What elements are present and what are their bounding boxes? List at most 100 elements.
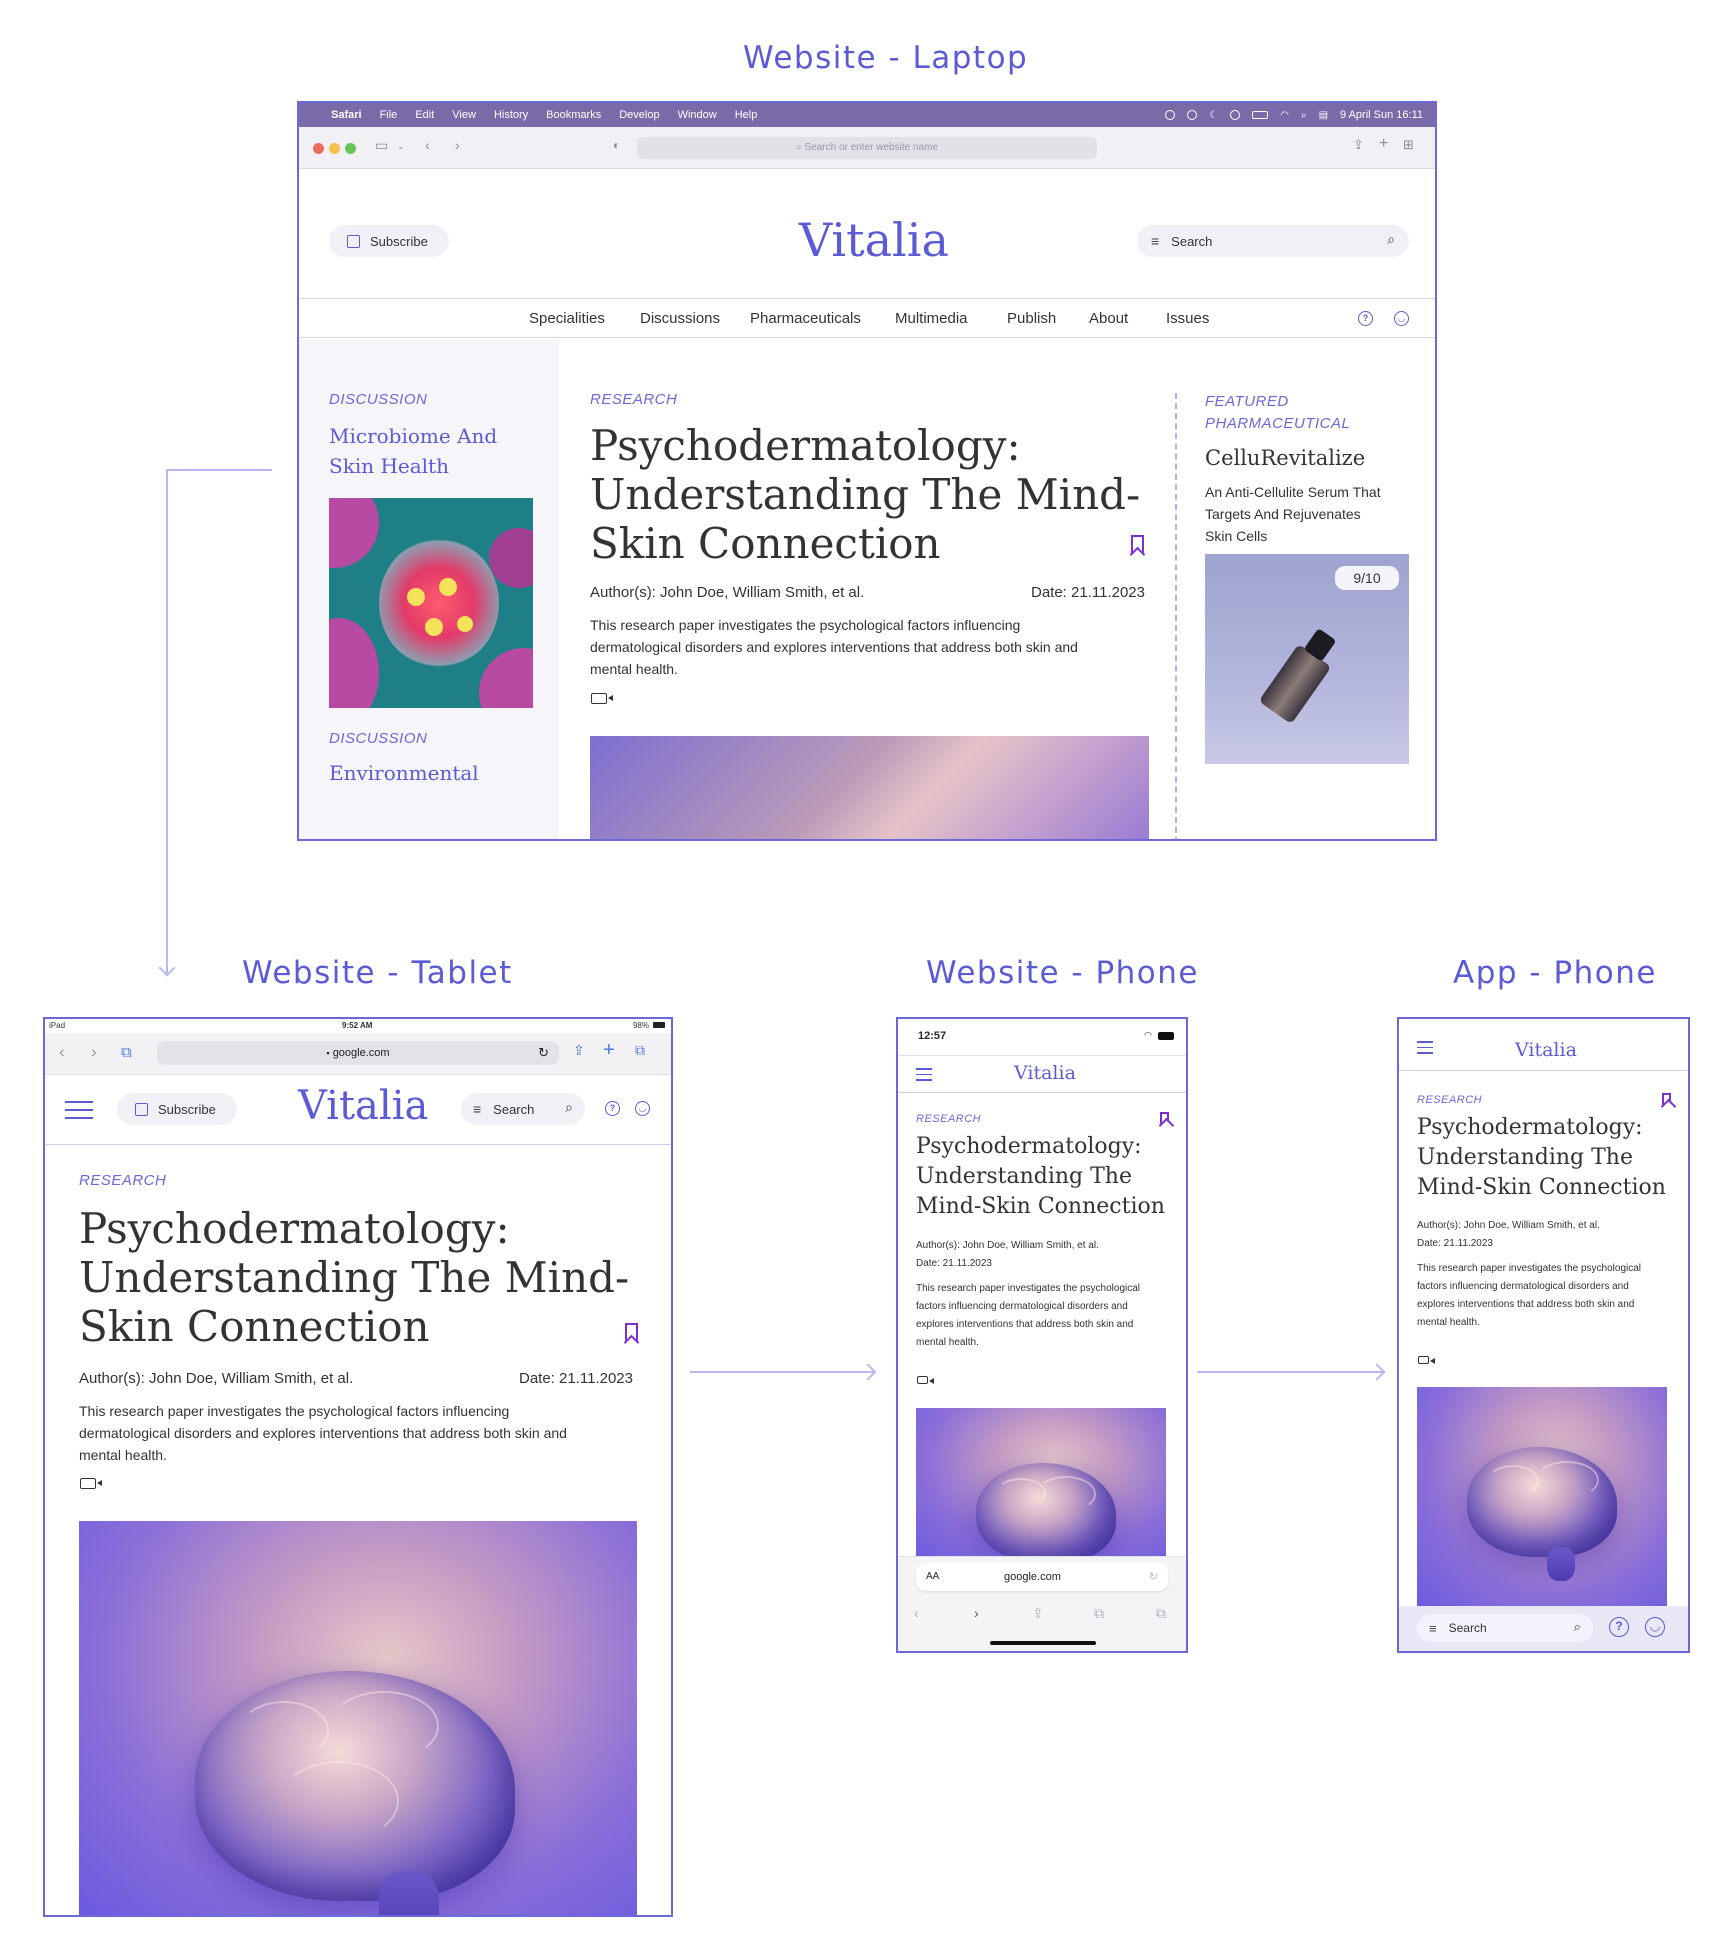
site-logo[interactable]: Vitalia bbox=[799, 213, 949, 267]
bookmark-icon[interactable] bbox=[1131, 535, 1144, 553]
menu-datetime[interactable]: 9 April Sun 16:11 bbox=[1340, 109, 1423, 121]
brain-hero-image[interactable] bbox=[79, 1521, 637, 1915]
menu-item-develop[interactable]: Develop bbox=[619, 109, 659, 121]
article-title[interactable]: Psychodermatology: Understanding The Min… bbox=[916, 1132, 1165, 1222]
tab-overview-icon[interactable]: ⊞ bbox=[1403, 137, 1414, 153]
privacy-shield-icon[interactable]: ◐ bbox=[613, 138, 620, 152]
menu-icon[interactable]: ≡ bbox=[1429, 1621, 1437, 1636]
bookmarks-icon[interactable]: ⧉ bbox=[1094, 1605, 1104, 1622]
search-bar[interactable]: ≡ Search ⌕ bbox=[1137, 225, 1409, 257]
site-logo[interactable]: Vitalia bbox=[1515, 1039, 1577, 1061]
video-icon[interactable] bbox=[917, 1376, 934, 1384]
focus-icon[interactable] bbox=[1187, 110, 1198, 120]
subscribe-button[interactable]: Subscribe bbox=[117, 1093, 237, 1125]
bookmark-icon[interactable] bbox=[1160, 1112, 1169, 1124]
reader-aa-button[interactable]: AA bbox=[926, 1563, 939, 1591]
tabs-icon[interactable]: ⧉ bbox=[635, 1042, 645, 1059]
menu-icon[interactable]: ≡ bbox=[473, 1101, 481, 1117]
chevron-down-icon[interactable]: ⌄ bbox=[397, 141, 405, 152]
nav-discussions[interactable]: Discussions bbox=[640, 310, 720, 327]
search-icon[interactable]: ⌕ bbox=[565, 1099, 573, 1116]
kicker-featured: FEATURED PHARMACEUTICAL bbox=[1205, 391, 1350, 435]
forward-icon[interactable]: › bbox=[455, 137, 460, 153]
zoom-window-button[interactable] bbox=[345, 143, 356, 154]
search-bar[interactable]: ≡ Search ⌕ bbox=[461, 1093, 585, 1125]
article-hero-image[interactable] bbox=[590, 736, 1149, 839]
menu-item-bookmarks[interactable]: Bookmarks bbox=[546, 109, 601, 121]
menu-icon[interactable]: ≡ bbox=[1151, 233, 1159, 249]
nav-specialities[interactable]: Specialities bbox=[529, 310, 605, 327]
bookmarks-icon[interactable]: ⧉ bbox=[121, 1044, 132, 1061]
bookmark-icon[interactable] bbox=[625, 1323, 638, 1341]
account-icon[interactable]: ◡ bbox=[635, 1101, 650, 1116]
back-icon[interactable]: ‹ bbox=[914, 1605, 919, 1621]
subscribe-button[interactable]: Subscribe bbox=[329, 225, 449, 257]
menu-item-view[interactable]: View bbox=[452, 109, 476, 121]
reload-icon[interactable]: ↻ bbox=[1149, 1563, 1158, 1591]
help-icon[interactable]: ? bbox=[1609, 1617, 1629, 1637]
hamburger-menu-icon[interactable] bbox=[916, 1068, 932, 1081]
search-icon[interactable]: ⌕ bbox=[1387, 231, 1395, 248]
nav-multimedia[interactable]: Multimedia bbox=[895, 310, 968, 327]
account-icon[interactable]: ◡ bbox=[1394, 311, 1409, 326]
site-logo[interactable]: Vitalia bbox=[1014, 1062, 1076, 1084]
record-icon[interactable] bbox=[1230, 110, 1241, 120]
minimize-window-button[interactable] bbox=[329, 143, 340, 154]
brain-hero-image[interactable] bbox=[916, 1408, 1166, 1563]
summary-line: mental health. bbox=[590, 661, 678, 677]
hamburger-menu-icon[interactable] bbox=[65, 1101, 93, 1119]
share-icon[interactable]: ⇪ bbox=[1032, 1605, 1044, 1622]
close-window-button[interactable] bbox=[313, 143, 324, 154]
back-icon[interactable]: ‹ bbox=[425, 137, 430, 153]
help-icon[interactable]: ? bbox=[605, 1101, 620, 1116]
help-icon[interactable]: ? bbox=[1358, 311, 1373, 326]
status-icon[interactable] bbox=[1165, 110, 1176, 120]
address-bar[interactable]: AA google.com ↻ bbox=[916, 1563, 1168, 1591]
back-icon[interactable]: ‹ bbox=[59, 1042, 65, 1062]
side-article-title[interactable]: Microbiome And Skin Health bbox=[329, 421, 497, 481]
video-icon[interactable] bbox=[1418, 1356, 1435, 1364]
nav-about[interactable]: About bbox=[1089, 310, 1128, 327]
video-icon[interactable] bbox=[591, 693, 613, 704]
share-icon[interactable]: ⇪ bbox=[1353, 137, 1364, 153]
new-tab-icon[interactable]: + bbox=[603, 1039, 615, 1062]
search-bar[interactable]: ≡ Search ⌕ bbox=[1417, 1614, 1593, 1642]
menu-item-window[interactable]: Window bbox=[678, 109, 717, 121]
site-logo[interactable]: Vitalia bbox=[298, 1083, 428, 1129]
control-center-icon[interactable]: ▤ bbox=[1319, 110, 1328, 121]
article-title[interactable]: Psychodermatology: Understanding The Min… bbox=[79, 1204, 629, 1351]
article-title[interactable]: Psychodermatology: Understanding The Min… bbox=[1417, 1113, 1666, 1203]
forward-icon[interactable]: › bbox=[91, 1042, 97, 1062]
video-icon[interactable] bbox=[80, 1478, 102, 1489]
safari-address-field[interactable]: ⌕ Search or enter website name bbox=[637, 137, 1097, 159]
menu-item-edit[interactable]: Edit bbox=[415, 109, 434, 121]
nav-issues[interactable]: Issues bbox=[1166, 310, 1209, 327]
hamburger-menu-icon[interactable] bbox=[1417, 1041, 1433, 1054]
nav-publish[interactable]: Publish bbox=[1007, 310, 1056, 327]
article-title[interactable]: Psychodermatology: Understanding The Min… bbox=[590, 421, 1140, 568]
sidebar-icon[interactable]: ▭ bbox=[375, 137, 388, 154]
forward-icon[interactable]: › bbox=[974, 1605, 979, 1621]
address-bar[interactable]: ▪ google.com ↻ bbox=[157, 1041, 559, 1065]
wifi-icon[interactable]: ◠ bbox=[1280, 110, 1289, 121]
side-article-title[interactable]: Environmental bbox=[329, 758, 479, 788]
battery-icon bbox=[1158, 1032, 1174, 1040]
bookmark-icon[interactable] bbox=[1662, 1093, 1671, 1105]
menu-item-file[interactable]: File bbox=[380, 109, 398, 121]
account-icon[interactable]: ◡ bbox=[1645, 1617, 1665, 1637]
microbiome-image[interactable] bbox=[329, 498, 533, 708]
featured-product-image[interactable]: 9/10 bbox=[1205, 554, 1409, 764]
menu-item-history[interactable]: History bbox=[494, 109, 528, 121]
tabs-icon[interactable]: ⧉ bbox=[1156, 1605, 1166, 1622]
search-icon[interactable]: ⌕ bbox=[1574, 1619, 1581, 1635]
menu-item-help[interactable]: Help bbox=[735, 109, 758, 121]
menu-app-name[interactable]: Safari bbox=[331, 109, 362, 121]
reload-icon[interactable]: ↻ bbox=[538, 1041, 549, 1065]
new-tab-icon[interactable]: + bbox=[1379, 135, 1388, 153]
brain-hero-image[interactable] bbox=[1417, 1387, 1667, 1610]
featured-product-name[interactable]: CelluRevitalize bbox=[1205, 446, 1365, 470]
nav-pharmaceuticals[interactable]: Pharmaceuticals bbox=[750, 310, 861, 327]
share-icon[interactable]: ⇪ bbox=[573, 1042, 585, 1059]
search-icon[interactable]: ⌕ bbox=[1301, 110, 1307, 121]
moon-icon[interactable]: ☾ bbox=[1209, 110, 1218, 121]
